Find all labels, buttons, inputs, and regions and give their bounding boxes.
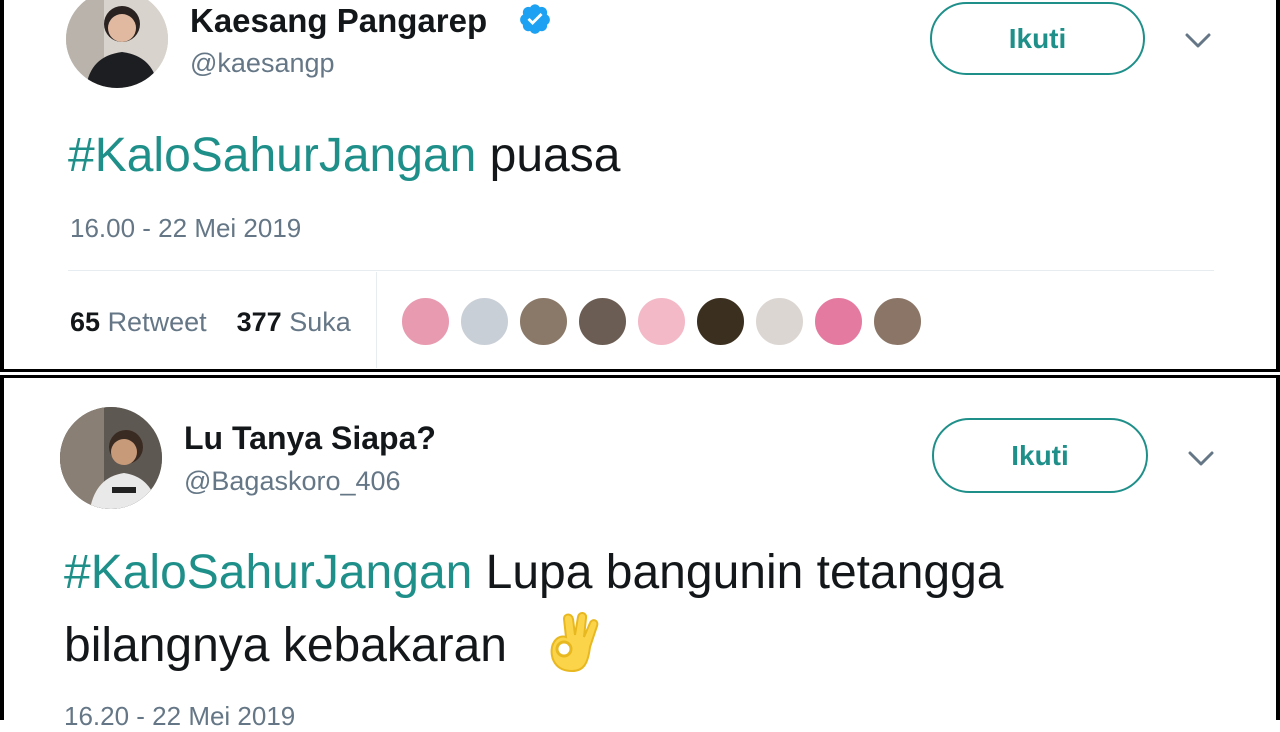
- author-name[interactable]: Lu Tanya Siapa?: [184, 420, 436, 457]
- retweet-label: Retweet: [107, 307, 207, 337]
- liker-avatar[interactable]: [754, 296, 805, 347]
- author-name[interactable]: Kaesang Pangarep: [190, 2, 487, 40]
- chevron-down-icon[interactable]: [1188, 451, 1214, 467]
- tweet-text: #KaloSahurJangan Lupa bangunin tetangga: [64, 541, 1004, 605]
- hashtag-link[interactable]: #KaloSahurJangan: [64, 546, 472, 599]
- tweet-timestamp[interactable]: 16.20 - 22 Mei 2019: [64, 701, 295, 732]
- ok-hand-emoji-icon: [550, 612, 599, 673]
- liker-avatar[interactable]: [636, 296, 687, 347]
- author-handle[interactable]: @Bagaskoro_406: [184, 466, 401, 497]
- liker-avatar[interactable]: [872, 296, 923, 347]
- tweet-text-body: puasa: [476, 129, 621, 182]
- tweet-timestamp[interactable]: 16.00 - 22 Mei 2019: [70, 213, 301, 244]
- like-label: Suka: [289, 307, 351, 337]
- liker-avatar[interactable]: [518, 296, 569, 347]
- stats-divider: [376, 272, 377, 368]
- tweet-text-body: Lupa bangunin tetangga: [472, 546, 1004, 599]
- liker-avatar[interactable]: [577, 296, 628, 347]
- verified-badge-icon: [520, 4, 550, 34]
- follow-button[interactable]: Ikuti: [932, 418, 1148, 493]
- author-avatar[interactable]: [60, 407, 162, 509]
- divider: [68, 270, 1214, 271]
- retweet-count: 65: [70, 307, 101, 337]
- liker-avatars: [400, 296, 923, 347]
- tweet-text-body-2: bilangnya kebakaran: [64, 619, 507, 672]
- tweet-text: #KaloSahurJangan puasa: [68, 124, 620, 188]
- chevron-down-icon[interactable]: [1185, 33, 1211, 49]
- hashtag-link[interactable]: #KaloSahurJangan: [68, 129, 476, 182]
- tweet-text-line2: bilangnya kebakaran: [64, 609, 602, 678]
- liker-avatar[interactable]: [459, 296, 510, 347]
- like-stat[interactable]: 377 Suka: [237, 307, 351, 337]
- like-count: 377: [236, 307, 282, 337]
- author-avatar[interactable]: [66, 0, 168, 88]
- liker-avatar[interactable]: [400, 296, 451, 347]
- retweet-stat[interactable]: 65 Retweet: [70, 307, 207, 337]
- author-handle[interactable]: @kaesangp: [190, 48, 335, 79]
- liker-avatar[interactable]: [813, 296, 864, 347]
- tweet-card-2: Lu Tanya Siapa? @Bagaskoro_406 Ikuti #Ka…: [0, 375, 1280, 731]
- tweet-stats: 65 Retweet 377 Suka: [70, 307, 351, 338]
- follow-button[interactable]: Ikuti: [930, 2, 1145, 75]
- tweet-card-1: Kaesang Pangarep @kaesangp Ikuti #KaloSa…: [0, 0, 1280, 372]
- liker-avatar[interactable]: [695, 296, 746, 347]
